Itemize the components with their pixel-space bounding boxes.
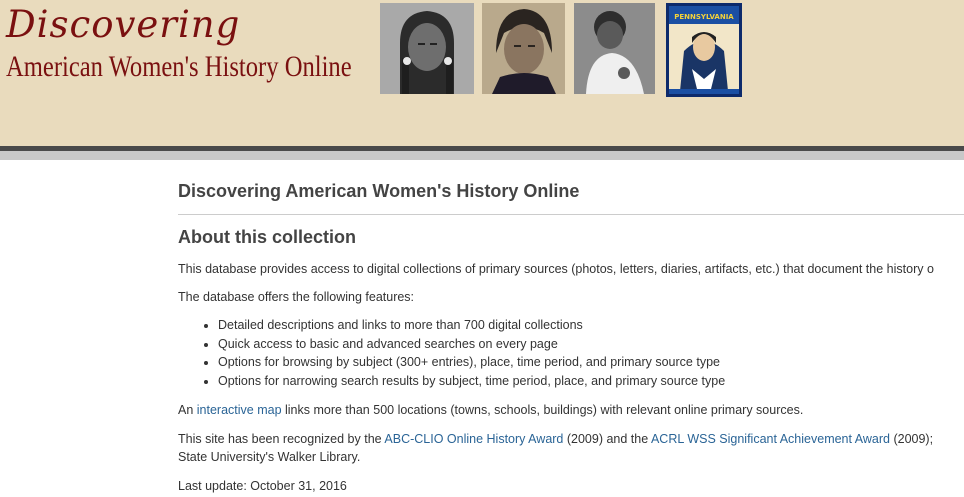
- map-suffix: links more than 500 locations (towns, sc…: [281, 403, 804, 417]
- page-title: Discovering American Women's History Onl…: [178, 181, 580, 201]
- map-prefix: An: [178, 403, 197, 417]
- features-list: Detailed descriptions and links to more …: [178, 316, 725, 390]
- abc-clio-award-link[interactable]: ABC-CLIO Online History Award: [384, 432, 563, 446]
- site-logo-line2[interactable]: American Women's History Online: [6, 52, 352, 82]
- award-prefix: This site has been recognized by the: [178, 432, 385, 446]
- list-item: Detailed descriptions and links to more …: [218, 316, 725, 335]
- list-item: Options for narrowing search results by …: [218, 372, 725, 391]
- list-item: Quick access to basic and advanced searc…: [218, 335, 725, 354]
- site-logo-line1[interactable]: Discovering: [6, 6, 240, 43]
- award-mid: (2009) and the: [563, 432, 651, 446]
- award-suffix: (2009);: [889, 432, 934, 446]
- banner-divider-shadow: [0, 151, 964, 160]
- poster-text: PENNSYLVANIA: [674, 13, 734, 21]
- acrl-wss-award-link[interactable]: ACRL WSS Significant Achievement Award: [651, 432, 890, 446]
- list-item: Options for browsing by subject (300+ en…: [218, 353, 725, 372]
- portrait-woman-photo: [482, 3, 565, 94]
- last-update: Last update: October 31, 2016: [178, 479, 347, 493]
- award-paragraph-line2: State University's Walker Library.: [178, 450, 361, 464]
- award-paragraph: This site has been recognized by the ABC…: [178, 430, 933, 448]
- interactive-map-link[interactable]: interactive map: [197, 403, 282, 417]
- pennsylvania-poster-image: PENNSYLVANIA: [666, 3, 742, 97]
- features-intro: The database offers the following featur…: [178, 290, 415, 304]
- portrait-woman-braids-photo: [380, 3, 474, 94]
- title-divider: [178, 214, 964, 215]
- map-paragraph: An interactive map links more than 500 l…: [178, 401, 803, 419]
- portrait-baby-photo: [574, 3, 655, 94]
- about-heading: About this collection: [178, 227, 356, 247]
- intro-paragraph: This database provides access to digital…: [178, 262, 934, 276]
